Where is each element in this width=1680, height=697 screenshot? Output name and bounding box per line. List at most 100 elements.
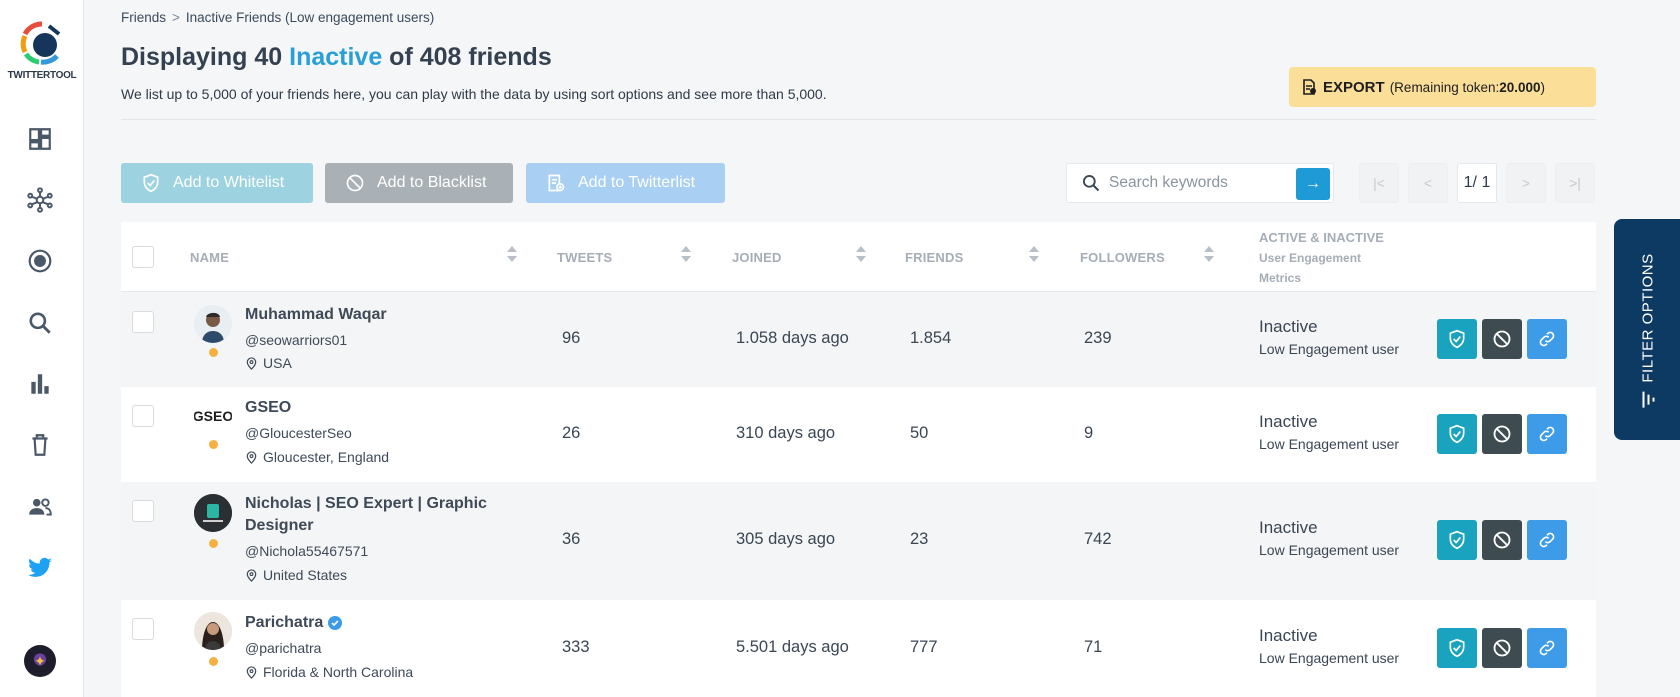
dashboard-icon (29, 128, 51, 150)
add-to-whitelist-button[interactable]: Add to Whitelist (121, 163, 313, 203)
tweets-count: 96 (562, 329, 581, 347)
row-blacklist-button[interactable] (1482, 319, 1522, 359)
row-checkbox[interactable] (132, 311, 154, 333)
filter-options-tab[interactable]: FILTER OPTIONS (1614, 219, 1680, 440)
avatar[interactable] (194, 305, 232, 343)
breadcrumb-separator: > (172, 10, 180, 25)
row-whitelist-button[interactable] (1437, 414, 1477, 454)
row-blacklist-button[interactable] (1482, 520, 1522, 560)
row-checkbox[interactable] (132, 618, 154, 640)
row-link-button[interactable] (1527, 414, 1567, 454)
row-link-button[interactable] (1527, 319, 1567, 359)
row-whitelist-button[interactable] (1437, 520, 1477, 560)
sidebar-item-twitter[interactable] (24, 552, 56, 584)
sort-name-icon[interactable] (506, 244, 518, 264)
row-checkbox[interactable] (132, 500, 154, 522)
sidebar-item-network[interactable] (24, 184, 56, 216)
avatar[interactable] (194, 494, 232, 532)
tweets-count: 26 (562, 424, 581, 442)
row-checkbox[interactable] (132, 405, 154, 427)
location-pin-icon (246, 665, 257, 679)
pager-prev-button[interactable]: < (1408, 163, 1448, 203)
friend-name-wrap[interactable]: Parichatra (245, 612, 343, 634)
pager-next-button[interactable]: > (1506, 163, 1546, 203)
col-joined[interactable]: JOINED (732, 250, 782, 265)
status-dot (209, 348, 218, 357)
col-followers[interactable]: FOLLOWERS (1080, 250, 1165, 265)
col-tweets[interactable]: TWEETS (557, 250, 612, 265)
friend-name[interactable]: GSEO (245, 397, 291, 419)
title-suffix: of 408 friends (382, 43, 552, 71)
link-icon (1539, 532, 1555, 548)
search-icon (29, 312, 51, 334)
col-name[interactable]: NAME (190, 250, 229, 265)
sort-followers-icon[interactable] (1203, 244, 1215, 264)
row-link-button[interactable] (1527, 628, 1567, 668)
friends-count: 50 (910, 424, 929, 442)
sidebar-item-stats[interactable] (24, 368, 56, 400)
avatar[interactable]: GSEO (194, 397, 232, 435)
col-friends[interactable]: FRIENDS (905, 250, 963, 265)
table-header: NAME TWEETS JOINED FRIENDS FOLLOWERS ACT… (121, 222, 1596, 292)
friend-name-line2[interactable]: Designer (245, 515, 313, 537)
select-all-checkbox[interactable] (132, 246, 154, 268)
friends-count: 23 (910, 530, 929, 548)
followers-count: 9 (1084, 424, 1094, 442)
location-text: United States (263, 567, 348, 583)
export-file-icon (1303, 79, 1316, 95)
engagement-status: Inactive Low Engagement user (1259, 626, 1399, 666)
pager-last-button[interactable]: >| (1555, 163, 1595, 203)
avatar-text: GSEO (194, 408, 232, 424)
logo[interactable]: TWITTERTOOL (0, 20, 84, 81)
sort-tweets-icon[interactable] (680, 244, 692, 264)
search-submit-button[interactable]: → (1296, 168, 1330, 200)
verified-badge-icon (328, 616, 343, 630)
add-to-blacklist-button[interactable]: Add to Blacklist (325, 163, 513, 203)
user-avatar[interactable]: ✦ (24, 645, 56, 677)
row-link-button[interactable] (1527, 520, 1567, 560)
tweets-count: 333 (562, 638, 590, 656)
friend-name[interactable]: Muhammad Waqar (245, 304, 387, 326)
row-whitelist-button[interactable] (1437, 319, 1477, 359)
status-dot (209, 440, 218, 449)
engagement-status: Inactive Low Engagement user (1259, 518, 1399, 558)
sidebar-item-users[interactable] (24, 491, 56, 523)
friend-handle[interactable]: @Nichola55467571 (245, 543, 368, 559)
followers-count: 71 (1084, 638, 1103, 656)
row-blacklist-button[interactable] (1482, 628, 1522, 668)
table-row[interactable]: Parichatra @parichatra Florida & North C… (121, 600, 1596, 697)
twitterlist-label: Add to Twitterlist (578, 174, 696, 191)
sidebar-item-dashboard[interactable] (24, 123, 56, 155)
sidebar-item-target[interactable] (24, 245, 56, 277)
status-label: Inactive (1259, 412, 1318, 431)
joined-ago: 5.501 days ago (736, 638, 849, 656)
row-whitelist-button[interactable] (1437, 628, 1477, 668)
list-add-icon (548, 174, 565, 192)
friend-location: USA (245, 355, 292, 371)
table-row[interactable]: Nicholas | SEO Expert | Graphic Designer… (121, 482, 1596, 600)
friend-name[interactable]: Nicholas | SEO Expert | Graphic (245, 493, 487, 515)
whitelist-label: Add to Whitelist (173, 174, 285, 191)
export-button[interactable]: EXPORT (Remaining token: 20.000) (1289, 67, 1596, 107)
trash-icon (32, 434, 48, 456)
pager-first-button[interactable]: |< (1359, 163, 1399, 203)
sidebar-item-trash[interactable] (24, 429, 56, 461)
table-row[interactable]: GSEO GSEO @GloucesterSeo Gloucester, Eng… (121, 387, 1596, 482)
breadcrumb-root[interactable]: Friends (121, 10, 166, 25)
row-blacklist-button[interactable] (1482, 414, 1522, 454)
sort-joined-icon[interactable] (855, 244, 867, 264)
sort-friends-icon[interactable] (1028, 244, 1040, 264)
friend-handle[interactable]: @GloucesterSeo (245, 425, 352, 441)
friend-handle[interactable]: @seowarriors01 (245, 332, 347, 348)
add-to-twitterlist-button[interactable]: Add to Twitterlist (526, 163, 725, 203)
col-status: ACTIVE & INACTIVE User Engagement Metric… (1259, 228, 1384, 288)
sidebar-item-search[interactable] (24, 307, 56, 339)
avatar[interactable] (194, 612, 232, 650)
users-icon (29, 498, 52, 516)
search-input[interactable] (1109, 174, 1289, 192)
location-text: USA (263, 355, 292, 371)
table-row[interactable]: Muhammad Waqar @seowarriors01 USA 96 1.0… (121, 292, 1596, 387)
header-divider (121, 119, 1596, 120)
status-dot (209, 539, 218, 548)
friend-handle[interactable]: @parichatra (245, 640, 321, 656)
